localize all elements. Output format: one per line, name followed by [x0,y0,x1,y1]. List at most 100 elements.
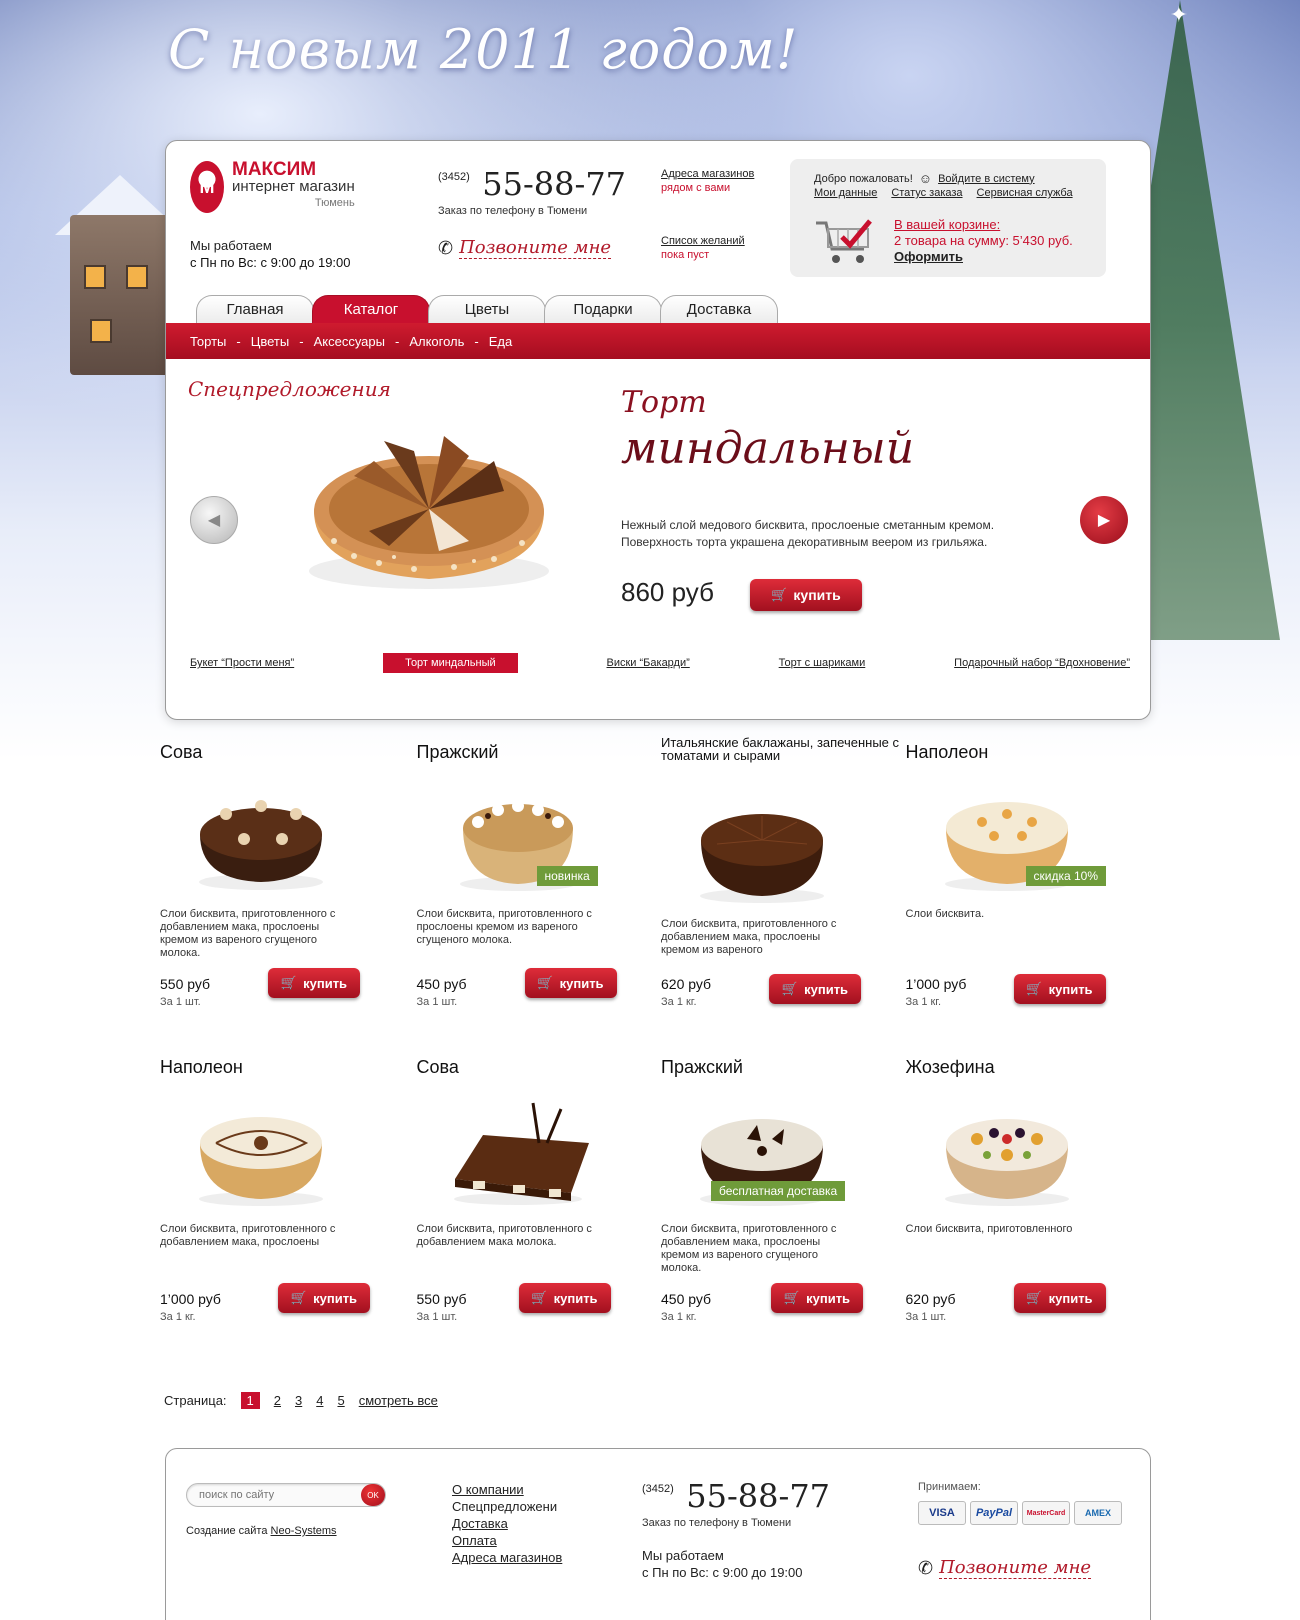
footer-link-shops[interactable]: Адреса магазинов [452,1549,562,1566]
slide-link[interactable]: Виски “Бакарди” [607,657,690,669]
tab-delivery[interactable]: Доставка [660,295,778,323]
product-name[interactable]: Сова [160,736,403,784]
footer-hours-label: Мы работаем [642,1548,724,1563]
hours-label: Мы работаем [190,238,272,253]
cart-icon[interactable] [814,217,876,267]
product-card[interactable]: Итальянские баклажаны, запеченные с тома… [661,736,904,1051]
checkout-link[interactable]: Оформить [894,249,1073,265]
footer-link-payment[interactable]: Оплата [452,1532,562,1549]
tab-home[interactable]: Главная [196,295,314,323]
product-card[interactable]: Пражский бесплатная доставка Слои бискви… [661,1051,904,1366]
footer-callme-link[interactable]: ✆ Позвоните мне [918,1557,1092,1579]
product-name[interactable]: Жозефина [906,1051,1149,1099]
tab-catalog[interactable]: Каталог [312,295,430,323]
product-name[interactable]: Наполеон [160,1051,403,1099]
callme-link[interactable]: ✆ Позвоните мне [438,237,612,259]
shops-label[interactable]: Адреса магазинов [661,167,754,181]
service-link[interactable]: Сервисная служба [977,187,1073,199]
new-year-greeting: С новым 2011 годом! [168,18,799,81]
product-card[interactable]: Наполеон Слои бисквита, приготовленного … [160,1051,403,1366]
buy-button[interactable]: 🛒 купить [769,974,861,1004]
product-name[interactable]: Наполеон [906,736,1149,784]
slide-link[interactable]: Букет “Прости меня” [190,657,294,669]
product-card[interactable]: Сова Слои бисквита, приготовленного с до… [160,736,403,1051]
buy-button[interactable]: 🛒 купить [524,968,617,998]
product-name[interactable]: Пражский [417,736,660,784]
phone-icon: ✆ [918,1557,934,1578]
footer-phone-note: Заказ по телефону в Тюмени [642,1517,792,1529]
login-link[interactable]: Войдите в систему [938,173,1035,185]
product-image[interactable] [186,1099,336,1209]
buy-button[interactable]: 🛒 купить [268,968,360,998]
product-image[interactable] [443,1099,593,1209]
shops-link[interactable]: Адреса магазинов рядом с вами [661,167,754,195]
arrow-right-icon[interactable]: ▶ [1080,496,1128,544]
view-all-link[interactable]: смотреть все [359,1393,438,1408]
payment-methods: VISA PayPal MasterCard AMEX [918,1501,1122,1525]
footer-link-delivery[interactable]: Доставка [452,1515,562,1532]
wishlist-sub: пока пуст [661,249,710,261]
promo-buy-button[interactable]: 🛒 купить [750,579,862,611]
subnav-item-cakes[interactable]: Торты [190,334,226,349]
buy-button[interactable]: 🛒 купить [1013,974,1106,1004]
product-card[interactable]: Жозефина Слои бисквита, приготовленного … [906,1051,1149,1366]
credits: Создание сайта Neo-Systems [186,1525,337,1537]
user-icon: ☺ [918,171,933,186]
my-data-link[interactable]: Мои данные [814,187,877,199]
visa-icon: VISA [918,1501,966,1525]
product-card[interactable]: Пражский новинка Слои бисквита, приготов… [417,736,660,1051]
credits-link[interactable]: Neo-Systems [271,1525,337,1537]
page-link[interactable]: 3 [295,1393,302,1408]
tab-gifts[interactable]: Подарки [544,295,662,323]
product-card[interactable]: Наполеон скидка 10% Слои бисквита. 1’000… [906,736,1149,1051]
product-name[interactable]: Пражский [661,1051,904,1099]
product-card[interactable]: Сова Слои бисквита, приготовленного с до… [417,1051,660,1366]
product-description: Слои бисквита, приготовленного с прослое… [416,908,592,946]
subnav-separator: - [474,333,479,349]
subnav-item-alcohol[interactable]: Алкоголь [409,334,464,349]
slide-link[interactable]: Подарочный набор “Вдохновение” [954,657,1130,669]
product-description: Слои бисквита, приготовленного с добавле… [661,1223,837,1274]
cart-info: В вашей корзине: 2 товара на сумму: 5’43… [894,217,1073,265]
buy-label: купить [559,975,604,991]
arrow-left-icon[interactable]: ◀ [190,496,238,544]
cart-icon: 🛒 [537,975,554,990]
page-link-current[interactable]: 1 [240,1392,260,1409]
wishlist-label[interactable]: Список желаний [661,234,745,248]
phone-note: Заказ по телефону в Тюмени [438,205,588,217]
footer-phone-code: (3452) [642,1483,674,1495]
page-link[interactable]: 4 [316,1393,323,1408]
amex-icon: AMEX [1074,1501,1122,1525]
product-name[interactable]: Итальянские баклажаны, запеченные с тома… [661,736,904,784]
page-link[interactable]: 5 [337,1393,344,1408]
product-image[interactable] [932,1099,1082,1209]
slide-link-active[interactable]: Торт миндальный [383,653,518,673]
order-status-link[interactable]: Статус заказа [891,187,962,199]
buy-button[interactable]: 🛒 купить [1013,1283,1106,1313]
search-input[interactable] [187,1484,347,1506]
product-unit: За 1 шт. [905,1311,947,1323]
promo-product-price: 860 руб [621,577,714,607]
product-image[interactable] [687,794,837,904]
page-link[interactable]: 2 [274,1393,281,1408]
cart-title[interactable]: В вашей корзине: [894,217,1073,233]
footer-link-offers[interactable]: Спецпредложени [452,1498,562,1515]
footer-phone-number: 55-88-77 [686,1477,831,1515]
subnav-item-accessories[interactable]: Аксессуары [314,334,385,349]
buy-button[interactable]: 🛒 купить [518,1283,611,1313]
category-subnav: Торты - Цветы - Аксессуары - Алкоголь - … [166,323,1150,359]
product-badge: новинка [536,866,598,886]
buy-button[interactable]: 🛒 купить [278,1283,370,1313]
slide-link[interactable]: Торт с шариками [779,657,866,669]
subnav-item-food[interactable]: Еда [489,334,513,349]
product-name[interactable]: Сова [417,1051,660,1099]
tab-flowers[interactable]: Цветы [428,295,546,323]
search-ok-button[interactable]: OK [361,1484,385,1506]
product-image[interactable] [186,784,336,894]
subnav-item-flowers[interactable]: Цветы [251,334,289,349]
buy-label: купить [553,1290,598,1306]
buy-button[interactable]: 🛒 купить [771,1283,863,1313]
footer-link-about[interactable]: О компании [452,1481,562,1498]
logo[interactable]: M МАКСИМ интернет магазин Тюмень [190,160,355,213]
wishlist-link[interactable]: Список желаний пока пуст [661,234,745,262]
